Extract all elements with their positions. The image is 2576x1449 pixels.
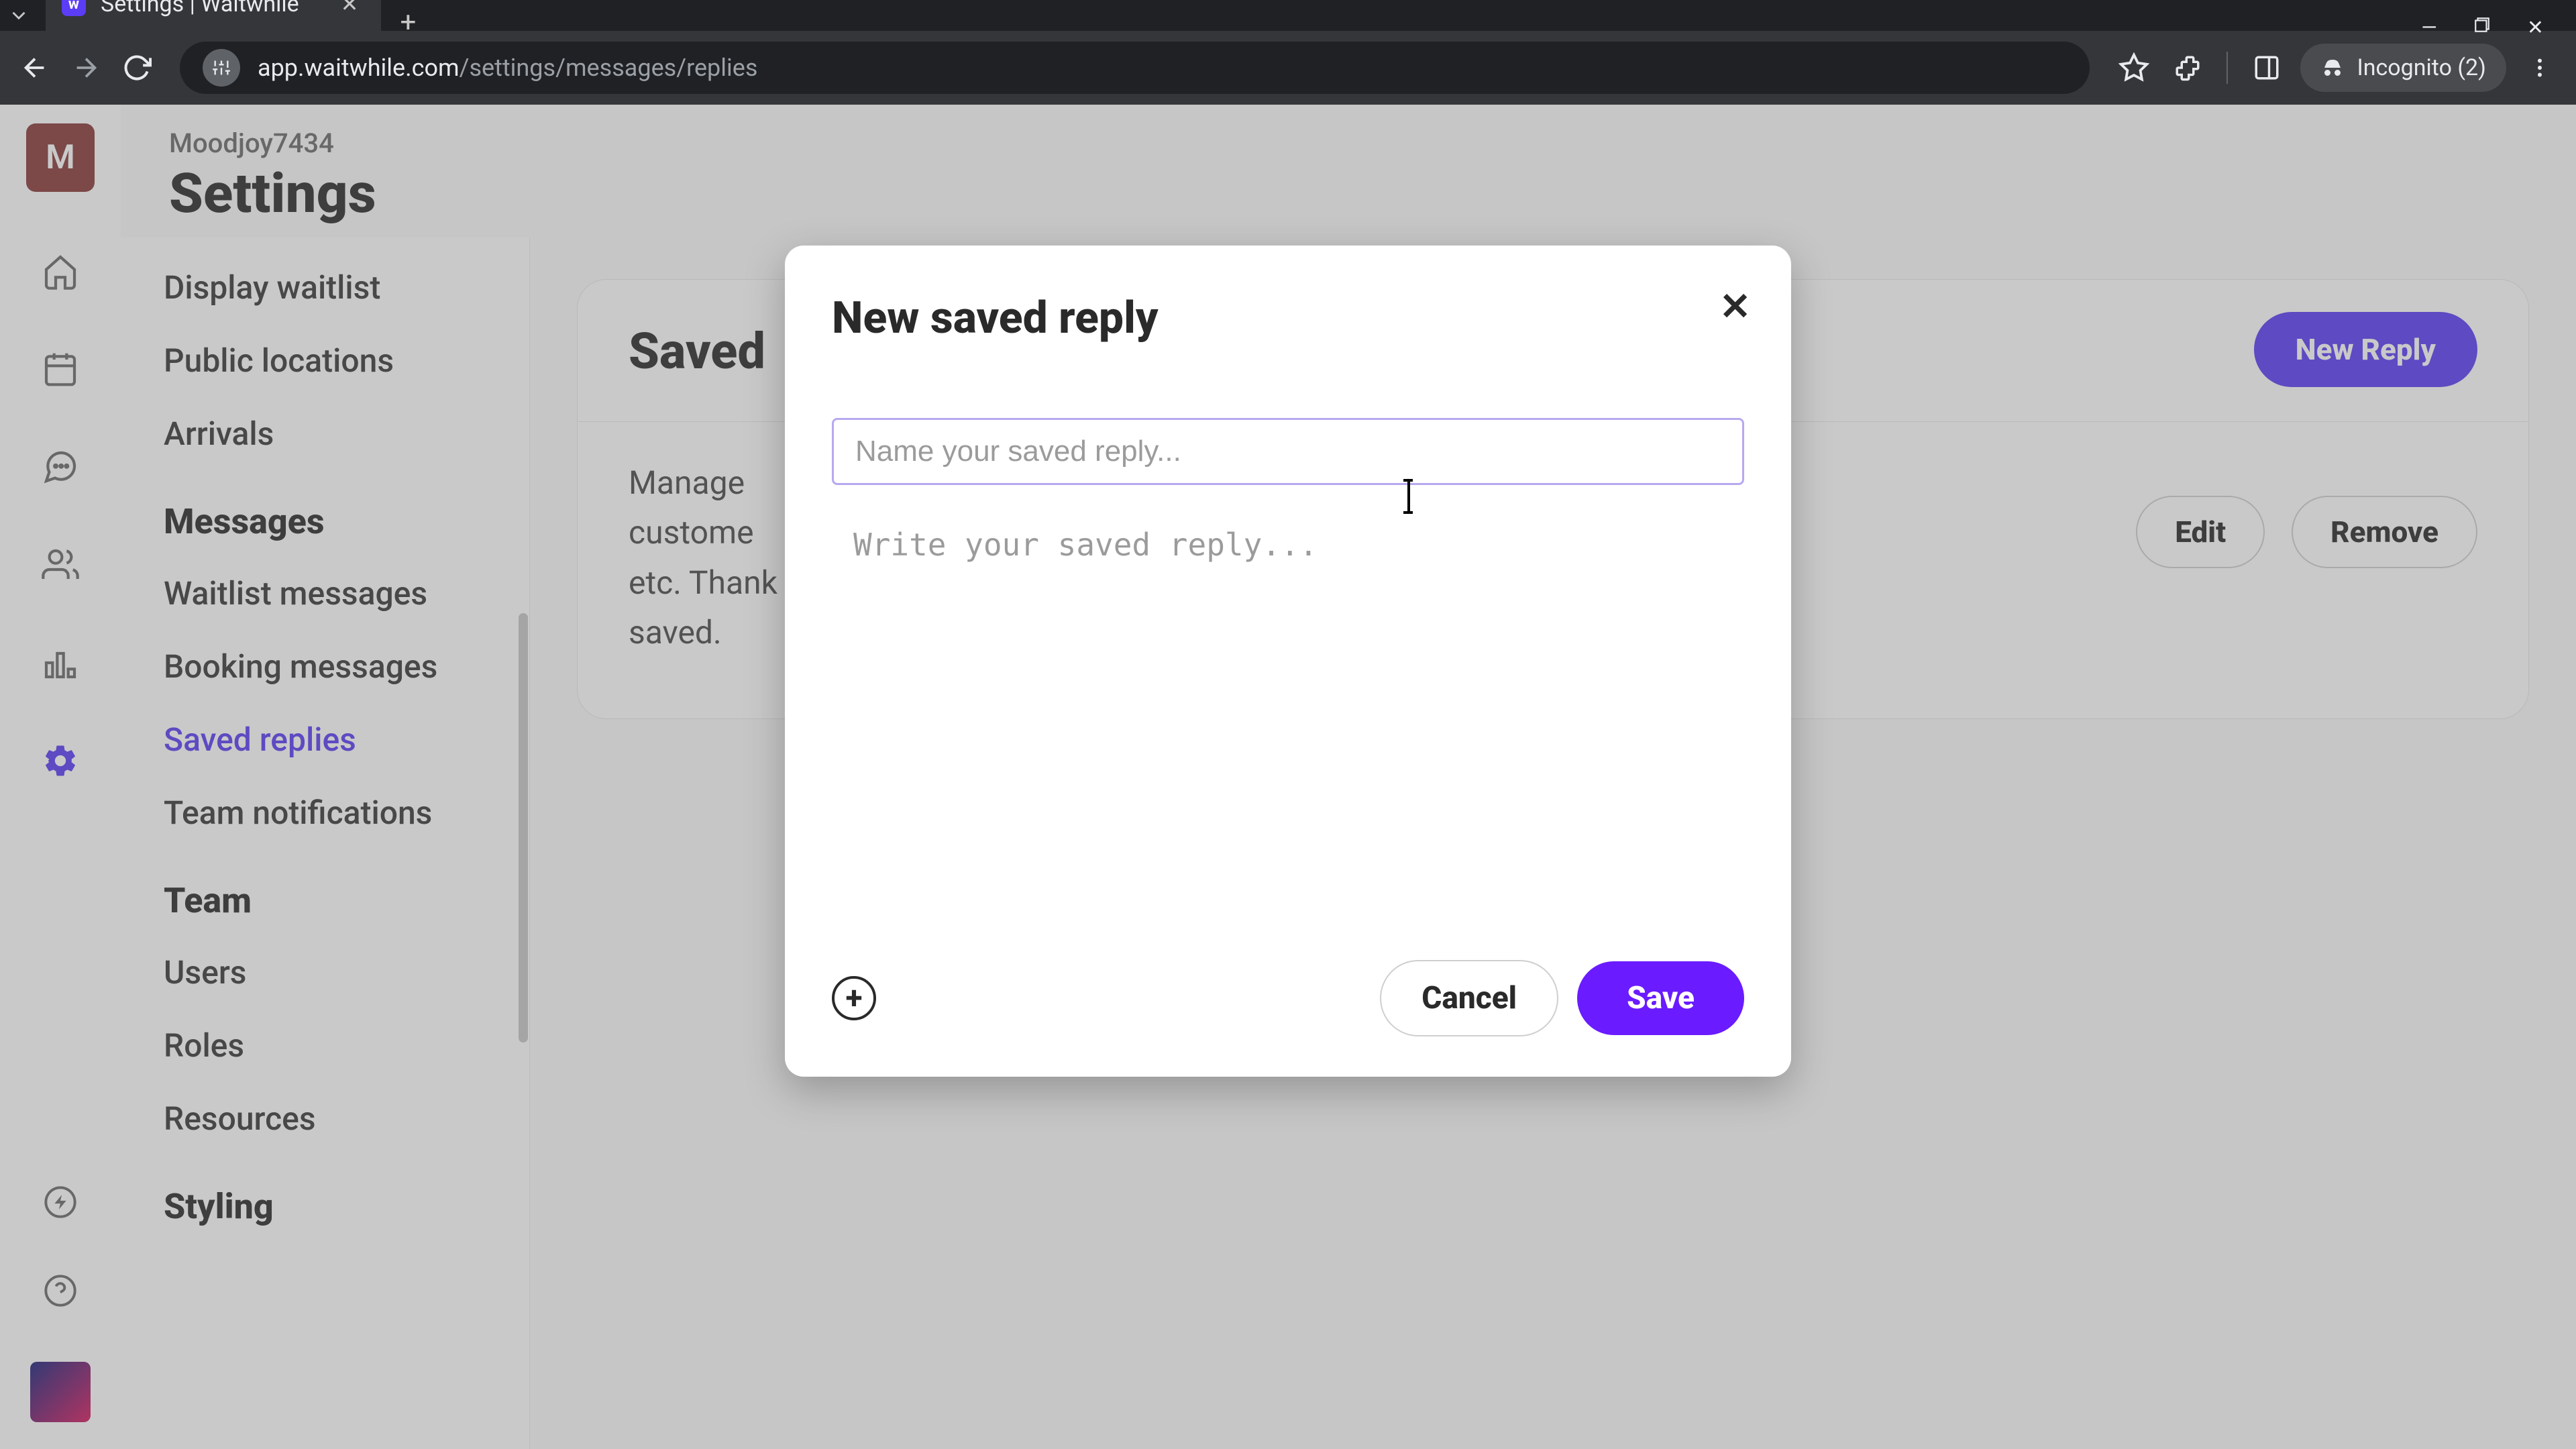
new-tab-button[interactable]: + [400,0,416,39]
browser-tab-active[interactable]: w Settings | Waitwhile ✕ [46,0,381,31]
tab-strip: w Settings | Waitwhile ✕ + — ✕ [0,0,2576,31]
tab-search-dropdown[interactable] [0,0,38,31]
modal-title: New saved reply [832,292,1744,344]
tab-title: Settings | Waitwhile [101,0,299,17]
incognito-label: Incognito (2) [2357,54,2486,81]
url-bar[interactable]: app.waitwhile.com/settings/messages/repl… [180,42,2090,94]
browser-toolbar: app.waitwhile.com/settings/messages/repl… [0,31,2576,105]
modal-close-icon[interactable]: ✕ [1719,284,1751,329]
incognito-icon [2320,56,2345,80]
site-settings-icon[interactable] [203,49,240,87]
incognito-indicator[interactable]: Incognito (2) [2300,44,2506,92]
url-text: app.waitwhile.com/settings/messages/repl… [258,54,757,82]
new-saved-reply-modal: New saved reply ✕ + Cancel Save [785,246,1791,1077]
nav-reload-button[interactable] [118,49,156,87]
add-variable-icon[interactable]: + [832,976,876,1020]
window-close-icon[interactable]: ✕ [2527,16,2544,40]
modal-footer: + Cancel Save [832,960,1744,1036]
app-viewport: M Moodjoy7434 Set [0,105,2576,1449]
tab-favicon: w [62,0,86,16]
window-controls: — ✕ [2421,0,2576,40]
bookmark-star-icon[interactable] [2114,48,2154,88]
nav-forward-button[interactable] [67,49,105,87]
nav-back-button[interactable] [16,49,54,87]
reply-body-input[interactable] [832,521,1744,937]
save-button[interactable]: Save [1577,961,1744,1035]
window-minimize-icon[interactable]: — [2421,16,2436,40]
sidepanel-icon[interactable] [2247,48,2287,88]
toolbar-divider [2226,52,2228,84]
window-maximize-icon[interactable] [2473,16,2491,40]
cancel-button[interactable]: Cancel [1380,960,1558,1036]
reply-name-input[interactable] [832,418,1744,485]
browser-chrome: w Settings | Waitwhile ✕ + — ✕ ap [0,0,2576,105]
tab-close-icon[interactable]: ✕ [341,0,359,17]
extensions-icon[interactable] [2167,48,2208,88]
browser-menu-icon[interactable] [2520,48,2560,88]
